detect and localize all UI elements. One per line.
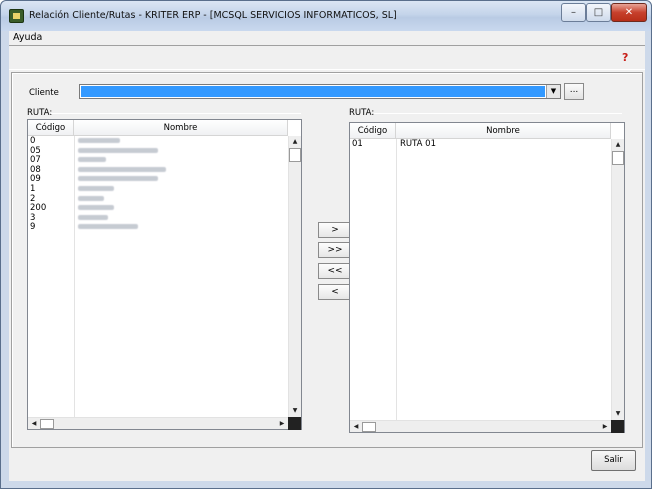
column-header-codigo[interactable]: Código bbox=[350, 123, 396, 139]
scrollbar-corner bbox=[611, 420, 624, 433]
scroll-thumb[interactable] bbox=[289, 148, 301, 162]
scroll-down-icon[interactable]: ▼ bbox=[612, 408, 624, 420]
scroll-right-icon[interactable]: ▶ bbox=[276, 418, 288, 430]
main-window: Relación Cliente/Rutas - KRITER ERP - [M… bbox=[0, 0, 652, 489]
menu-item-ayuda[interactable]: Ayuda bbox=[13, 31, 42, 45]
cliente-label: Cliente bbox=[29, 88, 59, 98]
add-one-button[interactable]: > bbox=[318, 222, 352, 238]
scroll-up-icon[interactable]: ▲ bbox=[289, 136, 301, 148]
available-routes-list[interactable]: Código Nombre 0 05 07 08 09 1 2 200 3 9 … bbox=[27, 119, 302, 430]
column-divider bbox=[396, 139, 397, 420]
left-group-label: RUTA: bbox=[27, 108, 53, 118]
app-icon bbox=[9, 9, 24, 23]
scroll-right-icon[interactable]: ▶ bbox=[599, 421, 611, 433]
scroll-thumb[interactable] bbox=[362, 422, 376, 432]
toolbar: ? bbox=[9, 45, 645, 70]
title-bar: Relación Cliente/Rutas - KRITER ERP - [M… bbox=[1, 1, 651, 31]
right-group-label: RUTA: bbox=[349, 108, 375, 118]
salir-button-label: Salir bbox=[604, 455, 623, 465]
chevron-down-icon[interactable]: ▼ bbox=[546, 85, 560, 98]
column-header-codigo[interactable]: Código bbox=[28, 120, 74, 136]
vertical-scrollbar[interactable]: ▲ ▼ bbox=[288, 136, 301, 418]
horizontal-scrollbar[interactable]: ◀ ▶ bbox=[28, 417, 288, 429]
scroll-thumb[interactable] bbox=[40, 419, 54, 429]
horizontal-scrollbar[interactable]: ◀ ▶ bbox=[350, 420, 611, 432]
salir-button[interactable]: Salir bbox=[591, 450, 636, 471]
cliente-browse-button[interactable]: ... bbox=[564, 83, 584, 100]
assigned-routes-list[interactable]: Código Nombre 01 RUTA 01 ▲ ▼ ◀ ▶ bbox=[349, 122, 625, 433]
scrollbar-corner bbox=[288, 417, 301, 430]
scroll-thumb[interactable] bbox=[612, 151, 624, 165]
scroll-up-icon[interactable]: ▲ bbox=[612, 139, 624, 151]
remove-one-button[interactable]: < bbox=[318, 284, 352, 300]
maximize-button[interactable]: □ bbox=[586, 3, 611, 22]
remove-all-button[interactable]: << bbox=[318, 263, 352, 279]
column-header-nombre[interactable]: Nombre bbox=[396, 123, 611, 139]
scroll-down-icon[interactable]: ▼ bbox=[289, 405, 301, 417]
scroll-left-icon[interactable]: ◀ bbox=[28, 418, 40, 430]
scroll-left-icon[interactable]: ◀ bbox=[350, 421, 362, 433]
client-area: ? Cliente ▼ ... RUTA: RUTA: Código Nombr… bbox=[9, 45, 645, 481]
help-icon[interactable]: ? bbox=[622, 52, 633, 63]
close-button[interactable]: ✕ bbox=[611, 3, 647, 22]
list-header: Código Nombre bbox=[350, 123, 611, 139]
column-divider bbox=[74, 136, 75, 417]
window-title: Relación Cliente/Rutas - KRITER ERP - [M… bbox=[29, 10, 397, 21]
vertical-scrollbar[interactable]: ▲ ▼ bbox=[611, 139, 624, 421]
minimize-button[interactable]: – bbox=[561, 3, 586, 22]
list-header: Código Nombre bbox=[28, 120, 288, 136]
menu-bar: Ayuda bbox=[9, 31, 645, 45]
column-header-nombre[interactable]: Nombre bbox=[74, 120, 288, 136]
add-all-button[interactable]: >> bbox=[318, 242, 352, 258]
left-group-divider bbox=[51, 113, 301, 114]
right-group-divider bbox=[374, 113, 622, 114]
cliente-combobox-value bbox=[81, 86, 545, 97]
cliente-combobox[interactable]: ▼ bbox=[79, 84, 561, 99]
